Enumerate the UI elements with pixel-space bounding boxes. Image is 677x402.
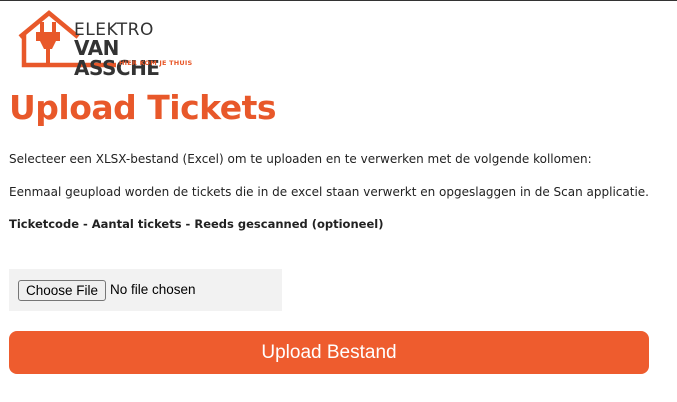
columns-text: Ticketcode - Aantal tickets - Reeds gesc…: [9, 217, 384, 231]
choose-file-button[interactable]: Choose File: [18, 280, 107, 301]
upload-button[interactable]: Upload Bestand: [9, 331, 649, 374]
page-title: Upload Tickets: [9, 88, 277, 127]
company-logo: ELEKTRO VAN ASSCHE HIER KOM JE THUIS: [16, 10, 206, 78]
logo-line-van-assche: VAN ASSCHE: [74, 36, 160, 80]
logo-tagline: HIER KOM JE THUIS: [119, 59, 193, 67]
file-input: Choose File No file chosen: [9, 269, 282, 311]
intro-text: Selecteer een XLSX-bestand (Excel) om te…: [9, 152, 592, 166]
file-status-text: No file chosen: [110, 282, 196, 297]
info-text: Eenmaal geupload worden de tickets die i…: [9, 185, 649, 199]
